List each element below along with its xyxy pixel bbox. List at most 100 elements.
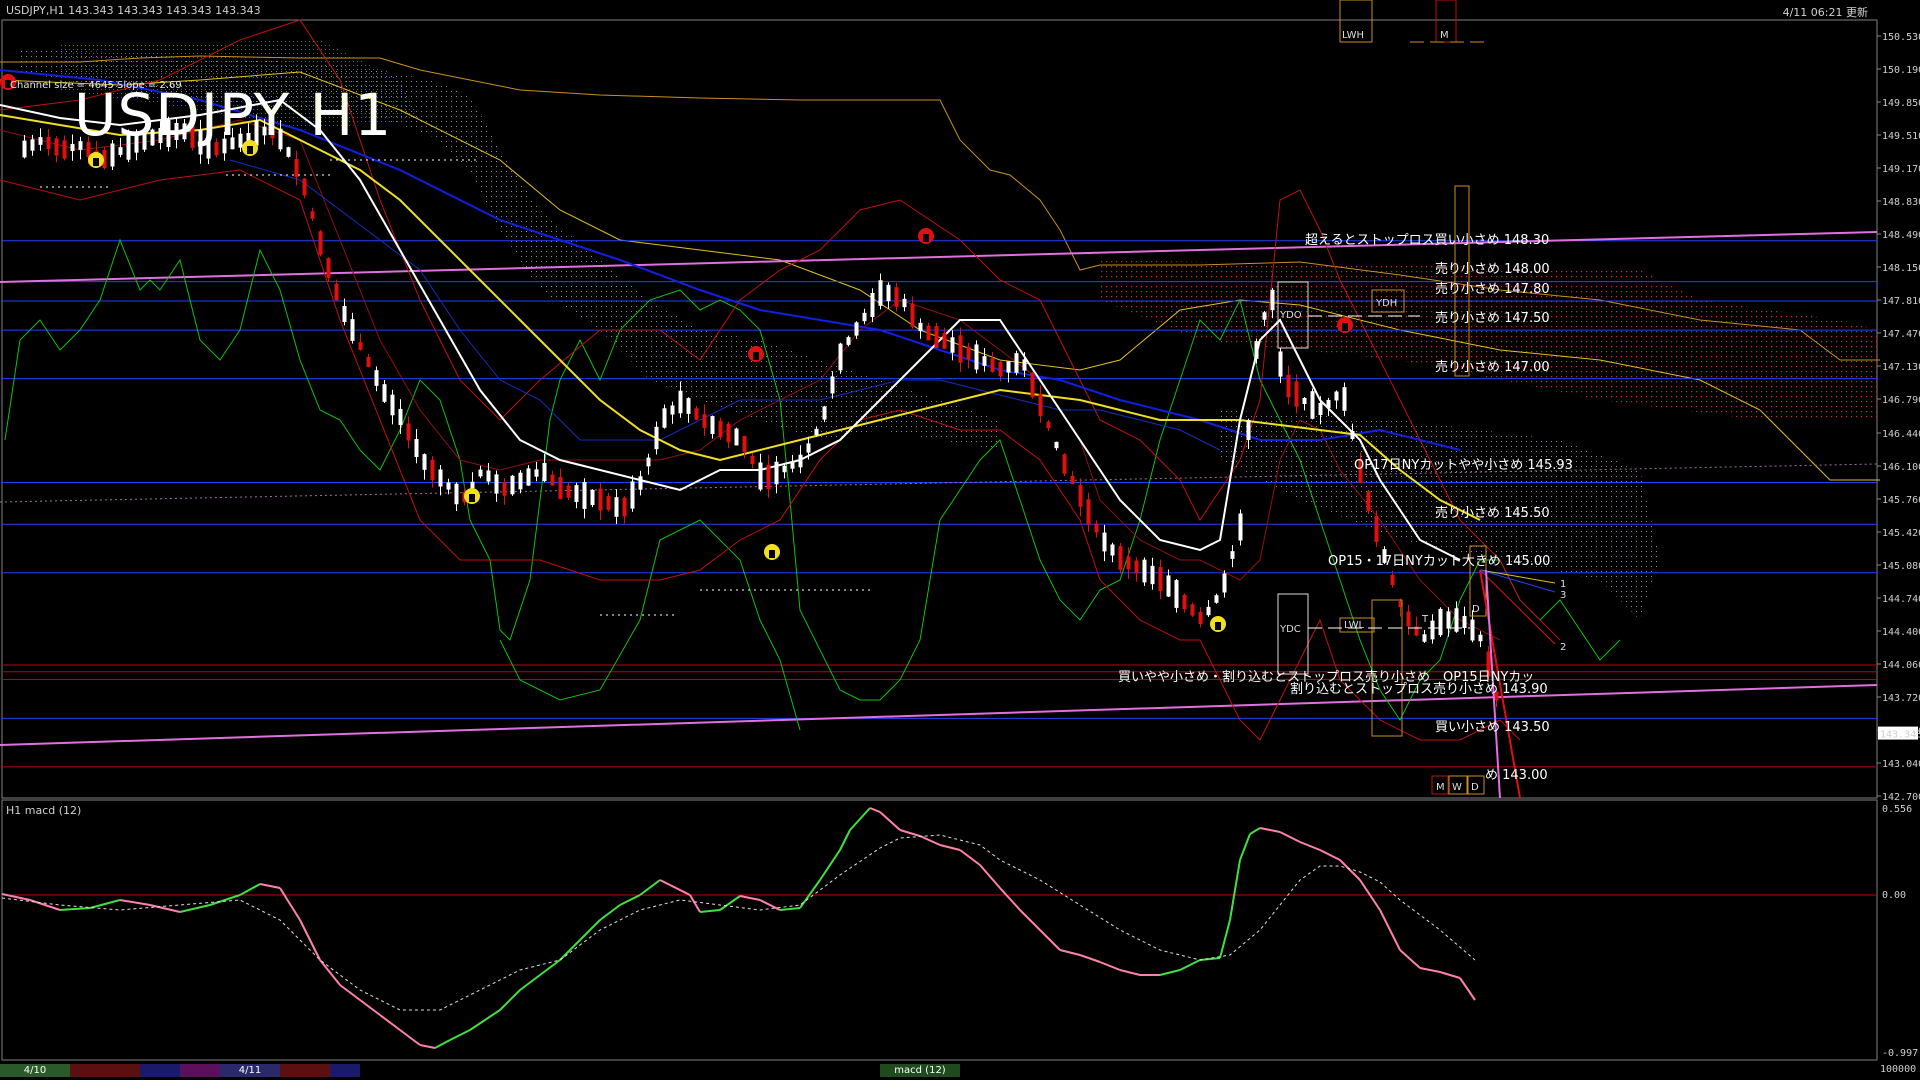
annotation-stoploss-sell: 割り込むとストップロス売り小さめ 143.90: [1290, 681, 1548, 697]
timeframe-tab[interactable]: macd (12): [880, 1064, 960, 1077]
macd-line-seg: [1159, 969, 1181, 976]
current-price-label: 143.343: [1880, 730, 1920, 741]
candle-body: [382, 384, 387, 402]
timeframe-tab[interactable]: 4/11: [220, 1064, 280, 1077]
candle-body: [814, 428, 819, 436]
bottom-tab-bar: 4/10 4/11 macd (12): [0, 1062, 1920, 1080]
macd-line-seg: [619, 894, 641, 906]
candle-body: [518, 472, 523, 490]
candle-body: [470, 481, 475, 489]
macd-line-seg: [1339, 859, 1361, 881]
candle-body: [870, 293, 875, 317]
candle-body: [766, 464, 771, 490]
price-axis-label: 148.490: [1882, 230, 1920, 241]
macd-line-seg: [1219, 919, 1231, 959]
candle-body: [918, 322, 923, 332]
candle-body: [1422, 634, 1427, 642]
candle-body: [790, 461, 795, 469]
candle-body: [1134, 560, 1139, 574]
price-axis-label: 144.400: [1882, 627, 1920, 638]
candle-body: [406, 423, 411, 441]
price-axis-label: 149.170: [1882, 164, 1920, 175]
candle-body: [1286, 374, 1291, 398]
macd-line-seg: [759, 899, 781, 911]
macd-line-seg: [849, 807, 871, 831]
candle-body: [390, 394, 395, 416]
candle-body: [838, 343, 843, 371]
candle-body: [1310, 391, 1315, 419]
macd-line-seg: [819, 849, 841, 881]
candle-body: [398, 408, 403, 426]
macd-line-seg: [1419, 967, 1441, 973]
macd-line-seg: [279, 887, 301, 921]
candle-body: [846, 337, 851, 345]
macd-line-seg: [119, 899, 151, 906]
macd-line-seg: [1239, 833, 1251, 861]
candle-body: [502, 482, 507, 496]
macd-panel-frame: [1, 799, 1878, 1061]
candle-body: [862, 312, 867, 322]
candle-body: [622, 497, 627, 517]
candle-body: [478, 469, 483, 477]
macd-axis-bottom: -0.997: [1882, 1048, 1918, 1059]
macd-line-seg: [559, 939, 581, 961]
fractal-marker-inner: [769, 550, 775, 558]
chart-window[interactable]: USDJPY,H1 143.343 143.343 143.343 143.34…: [0, 0, 1920, 1080]
price-axis-label: 142.700: [1882, 792, 1920, 803]
candle-body: [22, 140, 27, 158]
timeframe-tab[interactable]: [140, 1064, 180, 1077]
macd-line-seg: [869, 807, 881, 813]
macd-line-seg: [1019, 909, 1041, 931]
annotation-sell-148: 売り小さめ 148.00: [1435, 261, 1550, 277]
candle-body: [734, 428, 739, 446]
timeframe-tab[interactable]: [180, 1064, 220, 1077]
candle-body: [934, 326, 939, 348]
macd-line-seg: [1379, 909, 1401, 951]
macd-line-seg: [399, 1029, 421, 1046]
timeframe-tab[interactable]: [330, 1064, 360, 1077]
macd-line-seg: [1099, 961, 1121, 971]
macd-line-seg: [259, 883, 281, 889]
candle-body: [878, 280, 883, 306]
level-box-label: M: [1436, 782, 1445, 793]
fractal-marker-inner: [93, 158, 99, 166]
macd-line-seg: [59, 907, 91, 911]
candle-body: [614, 497, 619, 517]
timeframe-tab[interactable]: 4/10: [0, 1064, 70, 1077]
level-box-label: LWL: [1344, 620, 1365, 631]
chikou-line-lower: [499, 519, 801, 731]
candle-body: [966, 346, 971, 360]
macd-line-seg: [739, 895, 761, 901]
candle-body: [542, 462, 547, 482]
candle-body: [1014, 353, 1019, 373]
candle-body: [710, 416, 715, 434]
level-box-label: YDO: [1279, 310, 1302, 321]
level-box-label: W: [1452, 782, 1462, 793]
candle-body: [334, 283, 339, 301]
candle-body: [1110, 544, 1115, 556]
level-box-label: M: [1440, 30, 1449, 41]
timeframe-tab[interactable]: [70, 1064, 140, 1077]
macd-line-seg: [1119, 969, 1141, 976]
candle-body: [1334, 391, 1339, 401]
candle-body: [630, 481, 635, 509]
candle-body: [1126, 556, 1131, 570]
macd-line-seg: [669, 884, 691, 896]
candle-body: [1278, 351, 1283, 377]
candle-body: [654, 426, 659, 450]
macd-line-seg: [1039, 929, 1061, 951]
macd-line-seg: [434, 1039, 451, 1049]
macd-line-seg: [1079, 954, 1101, 963]
candle-body: [1006, 361, 1011, 373]
candle-body: [1350, 430, 1355, 440]
candle-body: [886, 284, 891, 302]
candle-body: [302, 178, 307, 196]
candle-body: [982, 356, 987, 366]
price-chart[interactable]: 150.530 150.190 149.850 149.510 149.170 148.8…: [0, 0, 1920, 1080]
macd-line-seg: [659, 879, 671, 886]
macd-line-seg: [1399, 949, 1421, 969]
candle-body: [822, 406, 827, 420]
timeframe-tab[interactable]: [280, 1064, 330, 1077]
macd-line-seg: [1439, 971, 1461, 979]
macd-line-seg: [449, 1029, 471, 1041]
